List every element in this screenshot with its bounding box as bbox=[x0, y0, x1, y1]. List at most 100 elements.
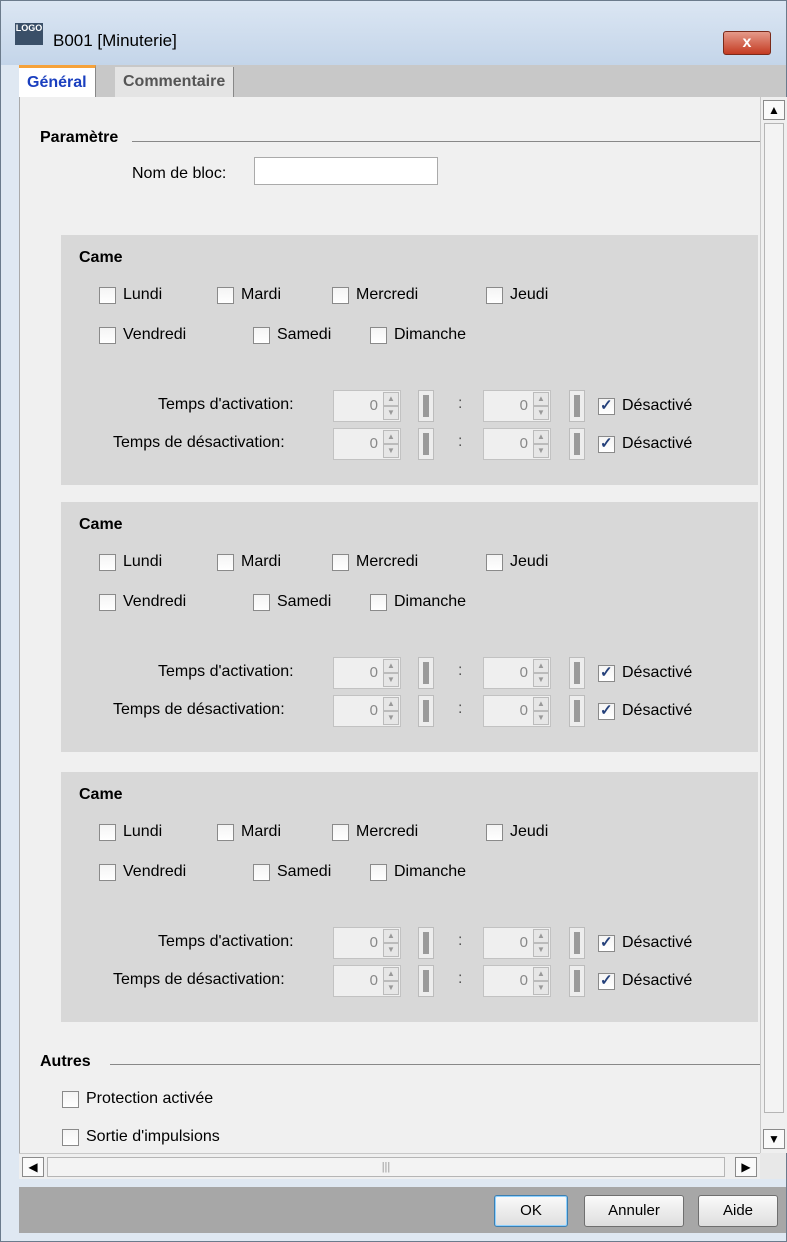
activation-hours-slider[interactable] bbox=[418, 927, 434, 959]
day-checkbox[interactable] bbox=[486, 287, 503, 304]
help-button[interactable]: Aide bbox=[698, 1195, 778, 1227]
deactivation-hours-spinner[interactable]: 0 ▲ ▼ bbox=[333, 428, 401, 460]
block-name-input[interactable] bbox=[254, 157, 438, 185]
pulse-output-checkbox[interactable] bbox=[62, 1129, 79, 1146]
chevron-up-icon[interactable]: ▲ bbox=[763, 100, 785, 120]
spin-down-icon[interactable]: ▼ bbox=[533, 673, 549, 687]
day-checkbox[interactable] bbox=[253, 594, 270, 611]
deactivation-disabled-checkbox[interactable] bbox=[598, 971, 615, 990]
deactivation-minutes-slider[interactable] bbox=[569, 965, 585, 997]
day-label: Vendredi bbox=[123, 863, 187, 880]
day-checkbox[interactable] bbox=[370, 327, 387, 344]
deactivation-minutes-slider[interactable] bbox=[569, 428, 585, 460]
day-checkbox[interactable] bbox=[253, 327, 270, 344]
spin-up-icon[interactable]: ▲ bbox=[383, 697, 399, 711]
spin-down-icon[interactable]: ▼ bbox=[533, 406, 549, 420]
spin-down-icon[interactable]: ▼ bbox=[533, 444, 549, 458]
horizontal-scrollbar[interactable]: ◀ ||| ▶ bbox=[19, 1153, 760, 1180]
day-checkbox[interactable] bbox=[332, 824, 349, 841]
activation-minutes-spinner[interactable]: 0 ▲ ▼ bbox=[483, 927, 551, 959]
spin-up-icon[interactable]: ▲ bbox=[533, 659, 549, 673]
spin-up-icon[interactable]: ▲ bbox=[533, 697, 549, 711]
day-checkbox[interactable] bbox=[99, 864, 116, 881]
spin-up-icon[interactable]: ▲ bbox=[533, 929, 549, 943]
spin-down-icon[interactable]: ▼ bbox=[383, 406, 399, 420]
spin-down-icon[interactable]: ▼ bbox=[383, 711, 399, 725]
autres-section-title: Autres bbox=[40, 1053, 97, 1071]
deactivation-minutes-spinner[interactable]: 0 ▲ ▼ bbox=[483, 965, 551, 997]
spin-up-icon[interactable]: ▲ bbox=[383, 967, 399, 981]
day-label: Vendredi bbox=[123, 326, 187, 343]
activation-minutes-spinner[interactable]: 0 ▲ ▼ bbox=[483, 390, 551, 422]
spin-down-icon[interactable]: ▼ bbox=[533, 981, 549, 995]
deactivation-disabled-label: Désactivé bbox=[622, 702, 693, 719]
day-checkbox[interactable] bbox=[370, 594, 387, 611]
activation-hours-spinner[interactable]: 0 ▲ ▼ bbox=[333, 390, 401, 422]
spin-up-icon[interactable]: ▲ bbox=[533, 430, 549, 444]
day-checkbox[interactable] bbox=[99, 554, 116, 571]
day-checkbox[interactable] bbox=[332, 287, 349, 304]
spin-up-icon[interactable]: ▲ bbox=[383, 430, 399, 444]
activation-hours-slider[interactable] bbox=[418, 657, 434, 689]
day-checkbox[interactable] bbox=[99, 327, 116, 344]
activation-disabled-label: Désactivé bbox=[622, 664, 693, 681]
deactivation-minutes-spinner[interactable]: 0 ▲ ▼ bbox=[483, 428, 551, 460]
day-checkbox[interactable] bbox=[99, 594, 116, 611]
deactivation-hours-slider[interactable] bbox=[418, 965, 434, 997]
spin-down-icon[interactable]: ▼ bbox=[383, 444, 399, 458]
spin-up-icon[interactable]: ▲ bbox=[383, 659, 399, 673]
spin-up-icon[interactable]: ▲ bbox=[383, 929, 399, 943]
activation-minutes-spinner[interactable]: 0 ▲ ▼ bbox=[483, 657, 551, 689]
deactivation-hours-spinner[interactable]: 0 ▲ ▼ bbox=[333, 695, 401, 727]
close-button[interactable]: x bbox=[723, 31, 771, 55]
spin-down-icon[interactable]: ▼ bbox=[383, 981, 399, 995]
spin-up-icon[interactable]: ▲ bbox=[533, 967, 549, 981]
tab-general[interactable]: Général bbox=[19, 65, 96, 100]
deactivation-disabled-label: Désactivé bbox=[622, 972, 693, 989]
spin-up-icon[interactable]: ▲ bbox=[383, 392, 399, 406]
ok-button[interactable]: OK bbox=[494, 1195, 568, 1227]
deactivation-disabled-checkbox[interactable] bbox=[598, 434, 615, 453]
spin-down-icon[interactable]: ▼ bbox=[383, 943, 399, 957]
day-checkbox[interactable] bbox=[332, 554, 349, 571]
activation-disabled-checkbox[interactable] bbox=[598, 663, 615, 682]
deactivation-minutes-slider[interactable] bbox=[569, 695, 585, 727]
vertical-scroll-thumb[interactable] bbox=[764, 123, 784, 1113]
chevron-right-icon[interactable]: ▶ bbox=[735, 1157, 757, 1177]
tab-commentaire[interactable]: Commentaire bbox=[115, 67, 235, 97]
day-checkbox[interactable] bbox=[370, 864, 387, 881]
day-checkbox[interactable] bbox=[217, 287, 234, 304]
day-checkbox[interactable] bbox=[217, 554, 234, 571]
day-checkbox[interactable] bbox=[217, 824, 234, 841]
day-label: Samedi bbox=[277, 593, 332, 610]
deactivation-minutes-spinner[interactable]: 0 ▲ ▼ bbox=[483, 695, 551, 727]
deactivation-disabled-checkbox[interactable] bbox=[598, 701, 615, 720]
day-checkbox[interactable] bbox=[99, 824, 116, 841]
spin-up-icon[interactable]: ▲ bbox=[533, 392, 549, 406]
day-checkbox[interactable] bbox=[99, 287, 116, 304]
activation-hours-spinner[interactable]: 0 ▲ ▼ bbox=[333, 927, 401, 959]
vertical-scrollbar[interactable]: ▲ ▼ bbox=[760, 97, 787, 1153]
chevron-left-icon[interactable]: ◀ bbox=[22, 1157, 44, 1177]
activation-disabled-checkbox[interactable] bbox=[598, 396, 615, 415]
protection-checkbox[interactable] bbox=[62, 1091, 79, 1108]
spin-down-icon[interactable]: ▼ bbox=[383, 673, 399, 687]
activation-disabled-checkbox[interactable] bbox=[598, 933, 615, 952]
activation-minutes-slider[interactable] bbox=[569, 657, 585, 689]
activation-minutes-slider[interactable] bbox=[569, 390, 585, 422]
activation-minutes-slider[interactable] bbox=[569, 927, 585, 959]
spin-down-icon[interactable]: ▼ bbox=[533, 943, 549, 957]
came-group: Came Lundi Mardi Mercredi Jeudi Vendredi Samed… bbox=[61, 235, 758, 485]
chevron-down-icon[interactable]: ▼ bbox=[763, 1129, 785, 1149]
day-checkbox[interactable] bbox=[486, 824, 503, 841]
spin-down-icon[interactable]: ▼ bbox=[533, 711, 549, 725]
deactivation-hours-spinner[interactable]: 0 ▲ ▼ bbox=[333, 965, 401, 997]
cancel-button[interactable]: Annuler bbox=[584, 1195, 684, 1227]
horizontal-scroll-thumb[interactable]: ||| bbox=[47, 1157, 725, 1177]
day-checkbox[interactable] bbox=[486, 554, 503, 571]
deactivation-hours-slider[interactable] bbox=[418, 428, 434, 460]
day-checkbox[interactable] bbox=[253, 864, 270, 881]
activation-hours-spinner[interactable]: 0 ▲ ▼ bbox=[333, 657, 401, 689]
deactivation-hours-slider[interactable] bbox=[418, 695, 434, 727]
activation-hours-slider[interactable] bbox=[418, 390, 434, 422]
